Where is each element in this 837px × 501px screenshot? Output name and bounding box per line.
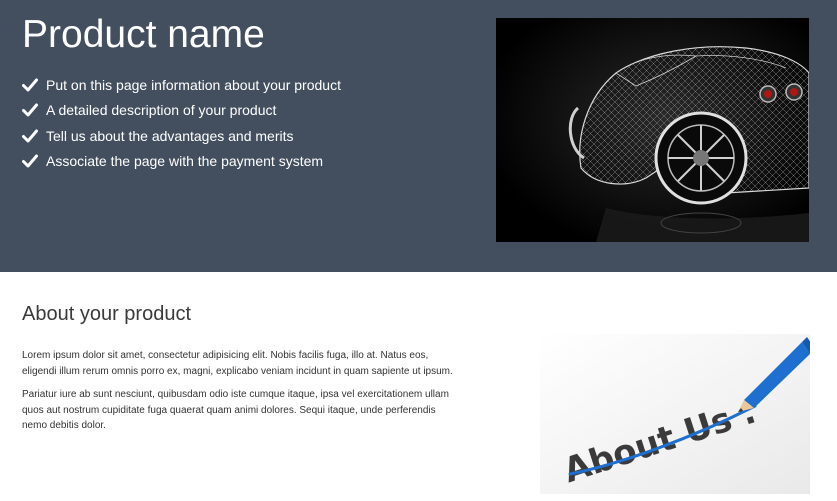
about-us-illustration: About Us . — [540, 334, 810, 494]
feature-text: A detailed description of your product — [46, 102, 277, 119]
feature-list: Put on this page information about your … — [22, 72, 341, 174]
feature-text: Tell us about the advantages and merits — [46, 127, 294, 144]
about-description: Lorem ipsum dolor sit amet, consectetur … — [22, 348, 462, 442]
check-icon — [22, 129, 38, 143]
hero-section: Product name Put on this page informatio… — [0, 0, 837, 272]
about-us-image: About Us . — [540, 334, 810, 494]
feature-text: Associate the page with the payment syst… — [46, 153, 324, 170]
check-icon — [22, 78, 38, 92]
feature-item: A detailed description of your product — [22, 98, 341, 124]
check-icon — [22, 103, 38, 117]
car-wireframe-image — [496, 18, 809, 242]
feature-text: Put on this page information about your … — [46, 76, 341, 93]
hero-title: Product name — [22, 13, 265, 56]
feature-item: Tell us about the advantages and merits — [22, 123, 341, 149]
about-paragraph: Pariatur iure ab sunt nesciunt, quibusda… — [22, 389, 449, 431]
feature-item: Associate the page with the payment syst… — [22, 149, 341, 175]
check-icon — [22, 154, 38, 168]
car-wireframe-illustration — [496, 18, 809, 242]
feature-item: Put on this page information about your … — [22, 72, 341, 98]
about-paragraph: Lorem ipsum dolor sit amet, consectetur … — [22, 350, 453, 377]
about-title: About your product — [22, 303, 191, 325]
